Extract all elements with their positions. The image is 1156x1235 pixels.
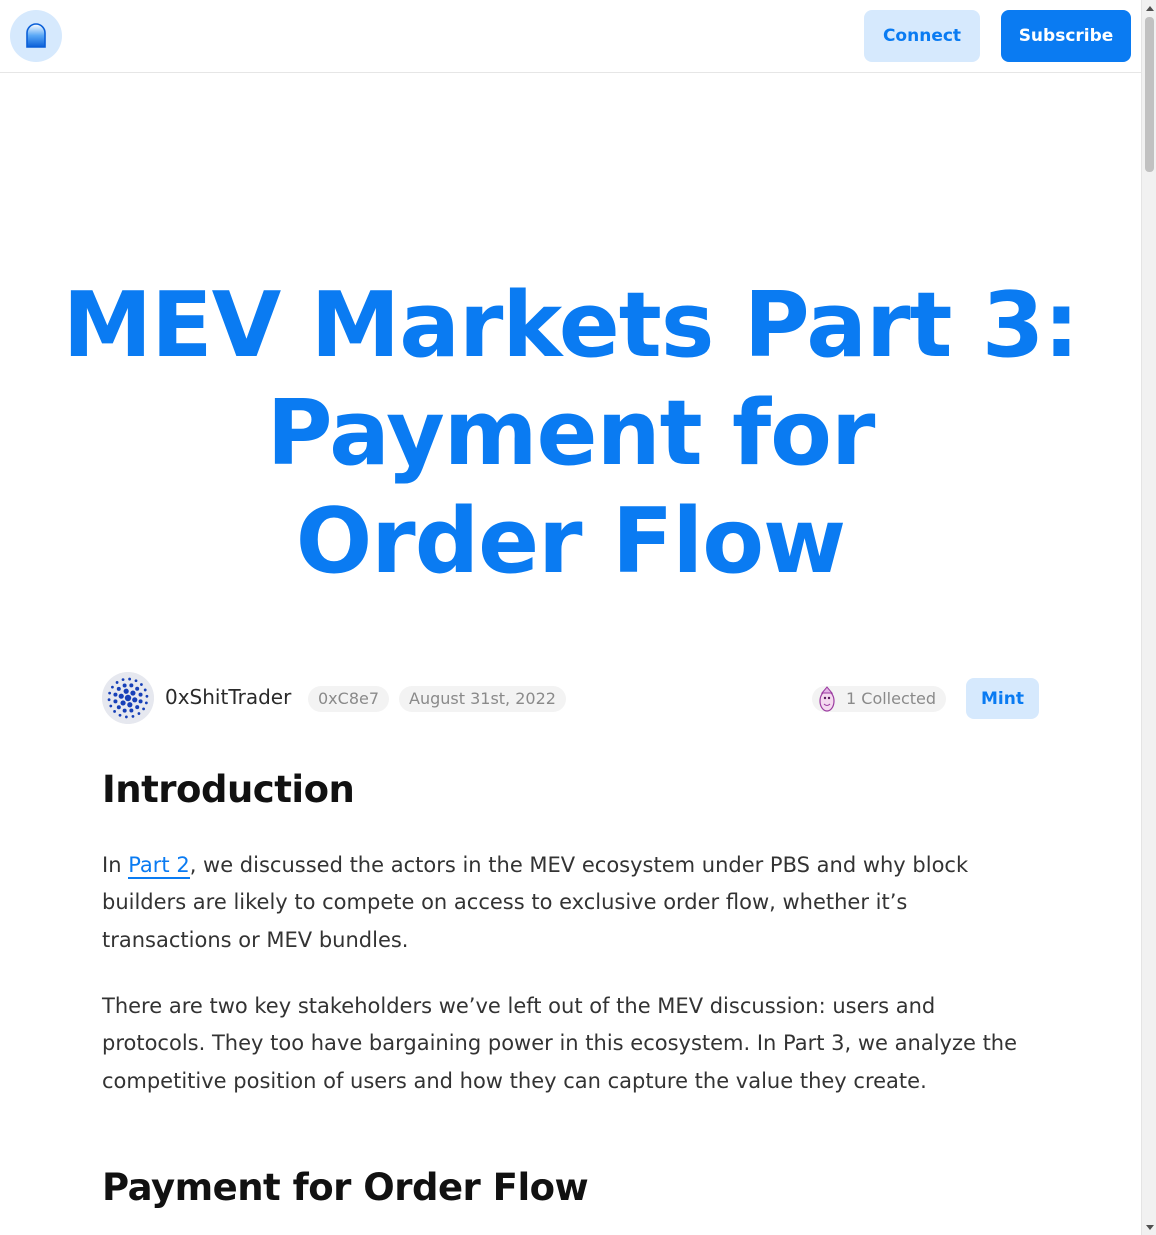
publish-date-badge: August 31st, 2022	[399, 686, 566, 712]
connect-button[interactable]: Connect	[864, 10, 980, 62]
post-byline: 0xShitTrader 0xC8e7 August 31st, 2022 1 …	[102, 672, 1039, 726]
home-logo-button[interactable]	[10, 10, 62, 62]
mirror-logo-icon	[26, 23, 46, 48]
scroll-up-arrow-icon[interactable]	[1142, 0, 1156, 16]
author-name[interactable]: 0xShitTrader	[165, 685, 291, 709]
post-title: MEV Markets Part 3: Payment for Order Fl…	[0, 272, 1141, 596]
scroll-down-arrow-icon[interactable]	[1142, 1219, 1156, 1235]
post-title-line: MEV Markets Part 3:	[62, 273, 1080, 379]
collected-count: 1 Collected	[846, 689, 937, 708]
section-heading-introduction: Introduction	[102, 768, 355, 811]
paragraph: There are two key stakeholders we’ve lef…	[102, 994, 1018, 1093]
author-address-badge[interactable]: 0xC8e7	[308, 686, 390, 712]
paragraph: In Part 2, we discussed the actors in th…	[102, 847, 1039, 959]
part-2-link[interactable]: Part 2	[128, 853, 190, 879]
vertical-scrollbar[interactable]	[1141, 0, 1156, 1235]
author-avatar[interactable]	[102, 672, 154, 724]
page: Connect Subscribe MEV Markets Part 3: Pa…	[0, 0, 1141, 1235]
section-heading-payment-for-order-flow: Payment for Order Flow	[102, 1166, 589, 1209]
mint-button[interactable]: Mint	[966, 678, 1039, 719]
dotted-circle-avatar-icon	[102, 672, 154, 724]
subscribe-button[interactable]: Subscribe	[1001, 10, 1131, 62]
top-bar: Connect Subscribe	[0, 0, 1141, 73]
paragraph-text: , we discussed the actors in the MEV eco…	[102, 853, 969, 952]
post-title-line: Payment for	[266, 381, 876, 487]
collected-badge[interactable]: 1 Collected	[812, 686, 947, 712]
collector-avatar-icon	[819, 686, 835, 712]
paragraph-text: In	[102, 853, 129, 877]
post-title-line: Order Flow	[295, 489, 846, 595]
scrollbar-thumb[interactable]	[1145, 17, 1154, 172]
